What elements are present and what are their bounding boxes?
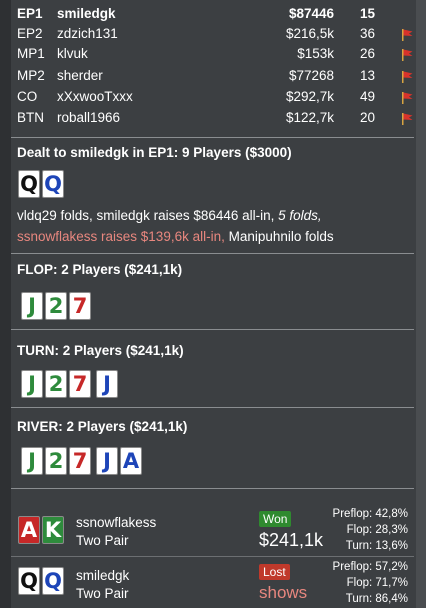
equity-turn: Turn: 86,4% bbox=[345, 593, 408, 605]
divider bbox=[11, 137, 414, 138]
lost-badge: Lost bbox=[259, 564, 290, 580]
player-name: sherder bbox=[57, 68, 103, 83]
action-text-allin: ssnowflakess raises $139,6k all-in, bbox=[17, 229, 225, 244]
player-name: smiledgk bbox=[57, 6, 116, 21]
preflop-title: Dealt to smiledgk in EP1: 9 Players ($30… bbox=[17, 145, 292, 160]
divider bbox=[11, 556, 414, 557]
player-stack: $153k bbox=[297, 46, 334, 61]
board-card: J bbox=[96, 370, 118, 398]
board-card: 2 bbox=[45, 447, 67, 475]
scrollbar[interactable] bbox=[416, 0, 426, 608]
player-row[interactable]: BTN roball1966 $122,7k 20 bbox=[17, 108, 417, 130]
action-text: vldq29 folds, smiledgk raises $86446 all… bbox=[17, 208, 279, 223]
player-position: EP2 bbox=[17, 26, 43, 41]
player-hands: 26 bbox=[359, 46, 375, 61]
shown-card: Q bbox=[18, 567, 40, 595]
shown-card: A bbox=[18, 516, 40, 544]
action-text: Manipuhnilo folds bbox=[224, 229, 334, 244]
board-card: 2 bbox=[45, 292, 67, 320]
board-card: 7 bbox=[69, 370, 91, 398]
player-stack: $77268 bbox=[288, 68, 334, 83]
player-row[interactable]: MP1 klvuk $153k 26 bbox=[17, 44, 417, 66]
turn-title: TURN: 2 Players ($241,1k) bbox=[17, 343, 184, 358]
player-row[interactable]: EP2 zdzich131 $216,5k 36 bbox=[17, 24, 417, 46]
shows-label: shows bbox=[259, 583, 308, 602]
player-row[interactable]: CO xXxwooTxxx $292,7k 49 bbox=[17, 87, 417, 109]
board-card: 2 bbox=[45, 370, 67, 398]
flag-icon[interactable] bbox=[402, 49, 413, 61]
action-text-folds: 5 folds, bbox=[278, 208, 322, 223]
divider bbox=[11, 329, 414, 330]
shown-card: Q bbox=[42, 567, 64, 595]
hand-history-panel: EP1 smiledgk $87446 15 EP2 zdzich131 $21… bbox=[0, 0, 426, 608]
player-name: roball1966 bbox=[57, 110, 121, 125]
flag-icon[interactable] bbox=[402, 113, 413, 125]
player-position: MP2 bbox=[17, 68, 45, 83]
player-position: MP1 bbox=[17, 46, 45, 61]
board-card: J bbox=[21, 447, 43, 475]
board-card: J bbox=[96, 447, 118, 475]
player-hands: 20 bbox=[359, 110, 375, 125]
equity-flop: Flop: 71,7% bbox=[346, 577, 408, 589]
player-hands: 49 bbox=[359, 89, 375, 104]
showdown-hand-rank: Two Pair bbox=[76, 586, 129, 601]
flag-icon[interactable] bbox=[402, 92, 413, 104]
player-position: EP1 bbox=[17, 6, 43, 21]
player-stack: $122,7k bbox=[285, 110, 334, 125]
player-stack: $216,5k bbox=[285, 26, 334, 41]
hole-card: Q bbox=[42, 170, 64, 198]
player-stack: $87446 bbox=[288, 6, 334, 21]
player-position: CO bbox=[17, 89, 38, 104]
board-card: 7 bbox=[69, 447, 91, 475]
hole-card: Q bbox=[18, 170, 40, 198]
equity-turn: Turn: 13,6% bbox=[345, 540, 408, 552]
player-hands: 15 bbox=[359, 6, 375, 21]
preflop-actions: vldq29 folds, smiledgk raises $86446 all… bbox=[17, 205, 409, 247]
won-badge: Won bbox=[259, 511, 292, 527]
player-hands: 13 bbox=[359, 68, 375, 83]
player-stack: $292,7k bbox=[285, 89, 334, 104]
showdown-player-name: ssnowflakess bbox=[76, 515, 157, 530]
divider bbox=[11, 407, 414, 408]
flop-title: FLOP: 2 Players ($241,1k) bbox=[17, 262, 183, 277]
player-row[interactable]: EP1 smiledgk $87446 15 bbox=[17, 4, 417, 26]
divider bbox=[11, 253, 414, 254]
won-amount: $241,1k bbox=[259, 530, 324, 550]
showdown-row[interactable]: Q Q smiledgk Two Pair Lost shows Preflop… bbox=[11, 558, 414, 608]
equity-flop: Flop: 28,3% bbox=[346, 524, 408, 536]
player-hands: 36 bbox=[359, 26, 375, 41]
showdown-hand-rank: Two Pair bbox=[76, 533, 129, 548]
board-card: 7 bbox=[69, 292, 91, 320]
divider bbox=[11, 488, 414, 489]
river-title: RIVER: 2 Players ($241,1k) bbox=[17, 419, 188, 434]
equity-preflop: Preflop: 57,2% bbox=[332, 561, 408, 573]
player-row[interactable]: MP2 sherder $77268 13 bbox=[17, 66, 417, 88]
flag-icon[interactable] bbox=[402, 29, 413, 41]
showdown-row[interactable]: A K ssnowflakess Two Pair Won $241,1k Pr… bbox=[11, 505, 414, 555]
player-name: xXxwooTxxx bbox=[57, 89, 133, 104]
flag-icon[interactable] bbox=[402, 71, 413, 83]
player-position: BTN bbox=[17, 110, 44, 125]
board-card: A bbox=[120, 447, 142, 475]
equity-preflop: Preflop: 42,8% bbox=[332, 508, 408, 520]
shown-card: K bbox=[42, 516, 64, 544]
left-border bbox=[0, 0, 11, 608]
board-card: J bbox=[21, 370, 43, 398]
showdown-player-name: smiledgk bbox=[76, 568, 130, 583]
board-card: J bbox=[21, 292, 43, 320]
player-name: zdzich131 bbox=[57, 26, 118, 41]
player-name: klvuk bbox=[57, 46, 88, 61]
